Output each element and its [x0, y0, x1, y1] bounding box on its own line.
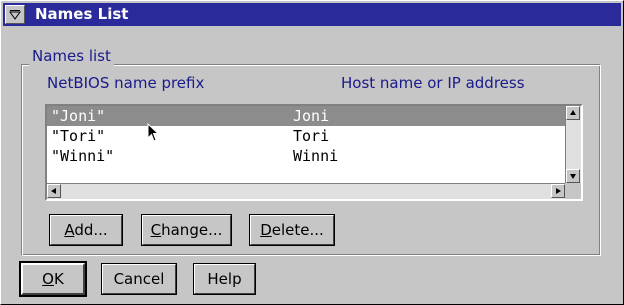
help-label: Help [207, 270, 242, 288]
scroll-corner [565, 183, 581, 199]
title-bar[interactable]: Names List [3, 3, 621, 26]
delete-mnemonic: D [260, 221, 272, 239]
scroll-down-icon[interactable] [566, 169, 580, 183]
netbios-prefix-cell: "Winni" [51, 147, 115, 165]
scroll-left-icon[interactable] [47, 184, 61, 198]
add-button[interactable]: Add... [49, 214, 123, 246]
names-list-dialog: Names List Names list NetBIOS name prefi… [0, 0, 624, 305]
column-header-netbios: NetBIOS name prefix [47, 74, 205, 92]
delete-label: elete... [271, 221, 324, 239]
list-item[interactable]: "Winni" Winni [47, 146, 565, 166]
vertical-scrollbar[interactable] [565, 106, 581, 183]
list-item[interactable]: "Tori" Tori [47, 126, 565, 146]
change-button[interactable]: Change... [141, 214, 232, 246]
scroll-right-icon[interactable] [551, 184, 565, 198]
change-mnemonic: C [150, 221, 162, 239]
netbios-prefix-cell: "Tori" [51, 127, 106, 145]
change-label: hange... [161, 221, 223, 239]
add-label: dd... [74, 221, 108, 239]
list-rows: "Joni" Joni "Tori" Tori "Winni" Winni [47, 106, 565, 183]
system-menu-icon[interactable] [5, 5, 25, 24]
ok-mnemonic: O [42, 270, 54, 288]
list-item[interactable]: "Joni" Joni [47, 106, 565, 126]
add-mnemonic: A [64, 221, 75, 239]
group-label: Names list [29, 46, 114, 66]
scroll-up-icon[interactable] [566, 106, 580, 120]
ok-label: K [53, 270, 64, 288]
column-header-host: Host name or IP address [341, 74, 525, 92]
window-title: Names List [35, 5, 129, 23]
ok-button[interactable]: OK [19, 261, 87, 297]
host-name-cell: Tori [293, 127, 330, 145]
netbios-prefix-cell: "Joni" [51, 107, 106, 125]
help-button[interactable]: Help [193, 263, 256, 295]
names-listbox[interactable]: "Joni" Joni "Tori" Tori "Winni" Winni [45, 104, 583, 201]
cancel-button[interactable]: Cancel [101, 263, 177, 295]
delete-button[interactable]: Delete... [249, 214, 335, 246]
mouse-pointer-icon [147, 123, 160, 142]
horizontal-scrollbar[interactable] [47, 183, 565, 199]
cancel-label: Cancel [113, 270, 165, 288]
host-name-cell: Joni [293, 107, 330, 125]
host-name-cell: Winni [293, 147, 339, 165]
